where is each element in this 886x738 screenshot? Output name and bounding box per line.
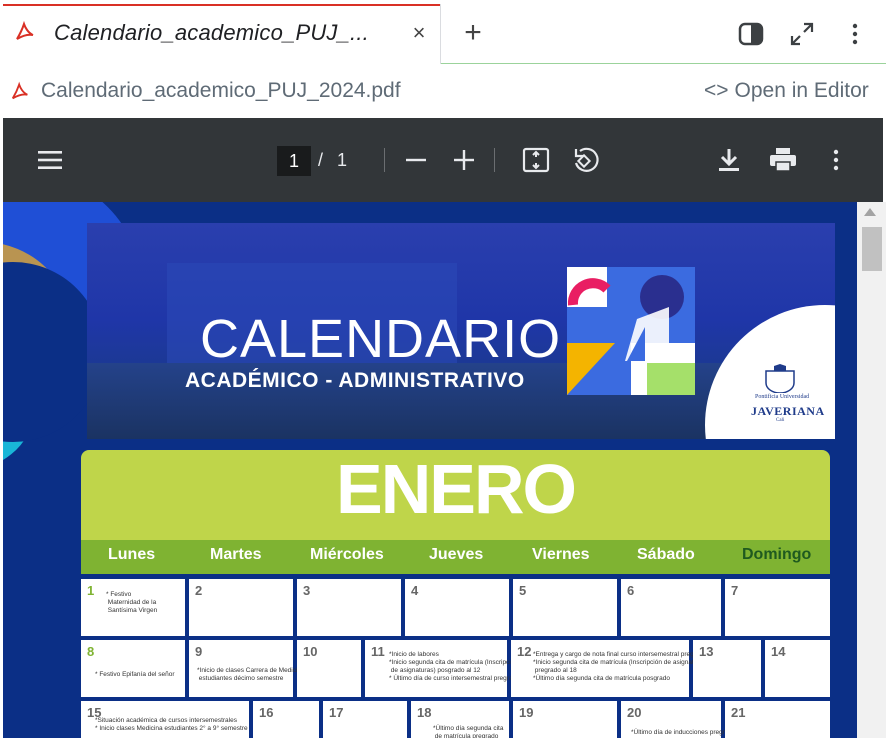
day-cell-13: 13 (693, 640, 761, 697)
day-cell-17: 17 (323, 701, 407, 738)
day-cell-9: 9 *Inicio de clases Carrera de Medicina … (189, 640, 305, 697)
day-number: 11 (371, 644, 385, 659)
day-number: 21 (731, 705, 746, 720)
new-tab-icon[interactable]: + (460, 18, 486, 48)
open-in-editor-button[interactable]: <> Open in Editor (704, 79, 869, 103)
year-2024-graphic (567, 267, 695, 395)
day-cell-18: 18 *Último día segunda cita de matrícula… (411, 701, 509, 738)
day-number: 10 (303, 644, 318, 659)
menu-icon[interactable] (37, 148, 63, 172)
page-total: 1 (337, 150, 348, 170)
day-cell-6: 6 (621, 579, 721, 636)
day-number: 13 (699, 644, 714, 659)
day-number: 4 (411, 583, 419, 598)
code-icon: <> (704, 79, 729, 102)
day-number: 20 (627, 705, 642, 720)
day-number: 18 (417, 705, 432, 720)
university-crest-icon (765, 364, 795, 393)
university-top-text: Pontificia Universidad (755, 394, 810, 400)
toolbar-divider (384, 148, 385, 172)
day-note: *Último día segunda cita de matrícula pr… (433, 725, 504, 738)
day-number: 2 (195, 583, 203, 598)
day-note: * Festivo Maternidad de la Santísima Vir… (106, 591, 158, 614)
day-note: *Entrega y cargo de nota final curso int… (533, 651, 709, 682)
day-number: 5 (519, 583, 527, 598)
day-note: *Situación académica de cursos interseme… (95, 717, 248, 732)
day-cell-2: 2 (189, 579, 293, 636)
day-cell-20: 20 *Último día de inducciones pregrado (621, 701, 736, 738)
file-name: Calendario_academico_PUJ_2024.pdf (41, 79, 401, 102)
more-options-icon[interactable] (841, 20, 869, 48)
pdf-more-icon[interactable] (824, 148, 848, 172)
day-note: *Inicio de clases Carrera de Medicina es… (197, 667, 305, 682)
day-number: 16 (259, 705, 274, 720)
download-icon[interactable] (716, 146, 742, 174)
rotate-icon[interactable] (570, 145, 600, 175)
month-name: ENERO (336, 450, 577, 528)
day-cell-14: 14 (765, 640, 830, 697)
day-note: *Inicio de labores *Inicio segunda cita … (389, 651, 520, 682)
weekday-wednesday: Miércoles (310, 546, 384, 563)
weekday-friday: Viernes (532, 546, 590, 563)
scroll-up-arrow-icon[interactable] (864, 208, 876, 216)
scrollbar-thumb[interactable] (862, 227, 882, 271)
calendar-banner: CALENDARIO ACADÉMICO - ADMINISTRATIVO Po… (87, 223, 835, 439)
day-number: 9 (195, 644, 203, 659)
toolbar-divider (494, 148, 495, 172)
pdf-toolbar (3, 118, 883, 202)
day-note: * Festivo Epifanía del señor (95, 671, 175, 678)
print-icon[interactable] (768, 146, 798, 174)
day-cell-8: 8 * Festivo Epifanía del señor (81, 640, 185, 697)
day-cell-10: 10 (297, 640, 361, 697)
page-number-input[interactable]: 1 (277, 146, 311, 176)
tab-title[interactable]: Calendario_academico_PUJ_... (54, 20, 369, 46)
day-cell-1: 1 * Festivo Maternidad de la Santísima V… (81, 579, 185, 636)
weekday-sunday: Domingo (742, 546, 812, 563)
scrollbar[interactable] (857, 202, 886, 738)
weekday-saturday: Sábado (637, 546, 695, 563)
banner-subtitle: ACADÉMICO - ADMINISTRATIVO (185, 369, 525, 392)
day-cell-16: 16 (253, 701, 319, 738)
zoom-in-icon[interactable] (452, 148, 476, 172)
day-number: 6 (627, 583, 635, 598)
expand-icon[interactable] (788, 20, 816, 48)
day-cell-7: 7 (725, 579, 830, 636)
day-number: 1 (87, 583, 95, 598)
day-cell-15: 15 *Situación académica de cursos inters… (81, 701, 249, 738)
university-name: JAVERIANA (751, 404, 825, 418)
day-number: 8 (87, 644, 95, 659)
banner-title: CALENDARIO (200, 309, 562, 369)
weekday-tuesday: Martes (210, 546, 262, 563)
day-number: 7 (731, 583, 739, 598)
day-cell-4: 4 (405, 579, 509, 636)
university-city: Cali (776, 418, 785, 423)
open-in-editor-label: Open in Editor (734, 79, 869, 102)
toggle-sidebar-icon[interactable] (737, 20, 765, 48)
day-number: 12 (517, 644, 532, 659)
day-cell-12: 12 *Entrega y cargo de nota final curso … (511, 640, 709, 697)
weekday-monday: Lunes (108, 546, 156, 563)
day-number: 19 (519, 705, 534, 720)
fit-page-icon[interactable] (522, 146, 550, 174)
tab-divider (440, 4, 441, 64)
pdf-file-icon (11, 81, 28, 100)
day-cell-11: 11 *Inicio de labores *Inicio segunda ci… (365, 640, 520, 697)
day-number: 17 (329, 705, 344, 720)
pdf-icon (16, 20, 34, 40)
page-separator: / (318, 150, 324, 170)
day-cell-3: 3 (297, 579, 401, 636)
close-tab-icon[interactable]: × (408, 22, 430, 44)
zoom-out-icon[interactable] (404, 148, 428, 172)
weekday-thursday: Jueves (429, 546, 484, 563)
day-note: *Último día de inducciones pregrado (631, 729, 736, 736)
day-cell-19: 19 (513, 701, 617, 738)
pdf-page[interactable]: CALENDARIO ACADÉMICO - ADMINISTRATIVO Po… (3, 202, 857, 738)
day-number: 14 (771, 644, 786, 659)
day-number: 3 (303, 583, 311, 598)
day-cell-5: 5 (513, 579, 617, 636)
day-cell-21: 21 (725, 701, 830, 738)
